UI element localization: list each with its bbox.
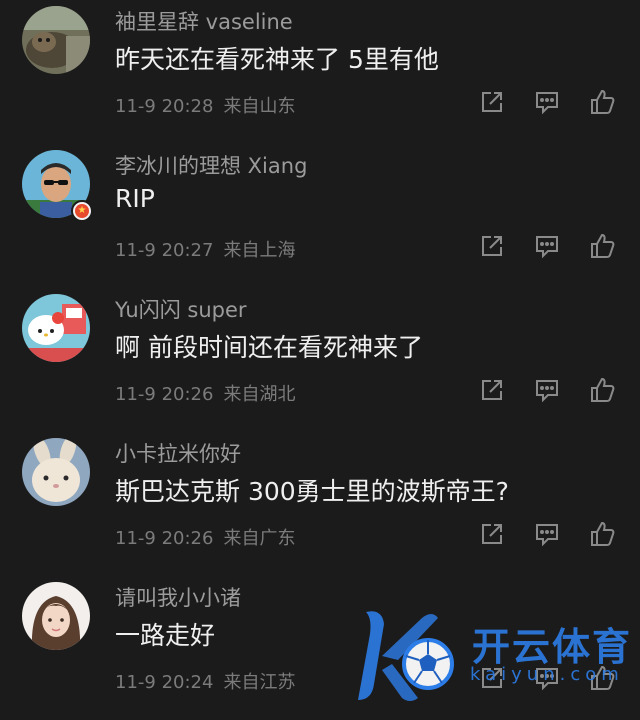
comment-text: 一路走好: [115, 621, 216, 650]
hello-kitty-avatar[interactable]: [22, 294, 90, 362]
username[interactable]: 请叫我小小诸: [115, 582, 241, 612]
like-icon[interactable]: [588, 88, 616, 116]
username[interactable]: Yu闪闪 super: [115, 294, 247, 324]
reply-icon[interactable]: [533, 88, 561, 116]
share-icon[interactable]: [478, 520, 506, 548]
action-bar: [0, 664, 640, 694]
action-bar: [0, 520, 640, 550]
rabbit-avatar[interactable]: [22, 438, 90, 506]
comment-text: 昨天还在看死神来了 5里有他: [115, 45, 439, 74]
username[interactable]: 袖里星辞 vaseline: [115, 6, 293, 36]
comment-item: Yu闪闪 super 啊 前段时间还在看死神来了 11-9 20:26 来自湖北: [0, 288, 640, 432]
comment-item: 请叫我小小诸 一路走好 11-9 20:24 来自江苏: [0, 576, 640, 720]
like-icon[interactable]: [588, 520, 616, 548]
action-bar: [0, 376, 640, 406]
share-icon[interactable]: [478, 88, 506, 116]
comment-text: RIP: [115, 184, 155, 213]
like-icon[interactable]: [588, 664, 616, 692]
action-bar: [0, 232, 640, 262]
comment-item: 袖里星辞 vaseline 昨天还在看死神来了 5里有他 11-9 20:28 来…: [0, 0, 640, 144]
reply-icon[interactable]: [533, 232, 561, 260]
girl-avatar[interactable]: [22, 582, 90, 650]
username[interactable]: 小卡拉米你好: [115, 438, 241, 468]
comment-text: 啊 前段时间还在看死神来了: [115, 333, 423, 362]
star-badge-icon: ★: [71, 200, 93, 222]
username[interactable]: 李冰川的理想 Xiang: [115, 150, 307, 180]
reply-icon[interactable]: [533, 664, 561, 692]
share-icon[interactable]: [478, 232, 506, 260]
like-icon[interactable]: [588, 232, 616, 260]
comment-text: 斯巴达克斯 300勇士里的波斯帝王?: [115, 477, 509, 506]
reply-icon[interactable]: [533, 376, 561, 404]
comment-item: 小卡拉米你好 斯巴达克斯 300勇士里的波斯帝王? 11-9 20:26 来自广东: [0, 432, 640, 576]
reply-icon[interactable]: [533, 520, 561, 548]
share-icon[interactable]: [478, 376, 506, 404]
action-bar: [0, 88, 640, 118]
comment-item: ★ 李冰川的理想 Xiang RIP 11-9 20:27 来自上海: [0, 144, 640, 288]
share-icon[interactable]: [478, 664, 506, 692]
like-icon[interactable]: [588, 376, 616, 404]
cat-photo-avatar[interactable]: [22, 6, 90, 74]
